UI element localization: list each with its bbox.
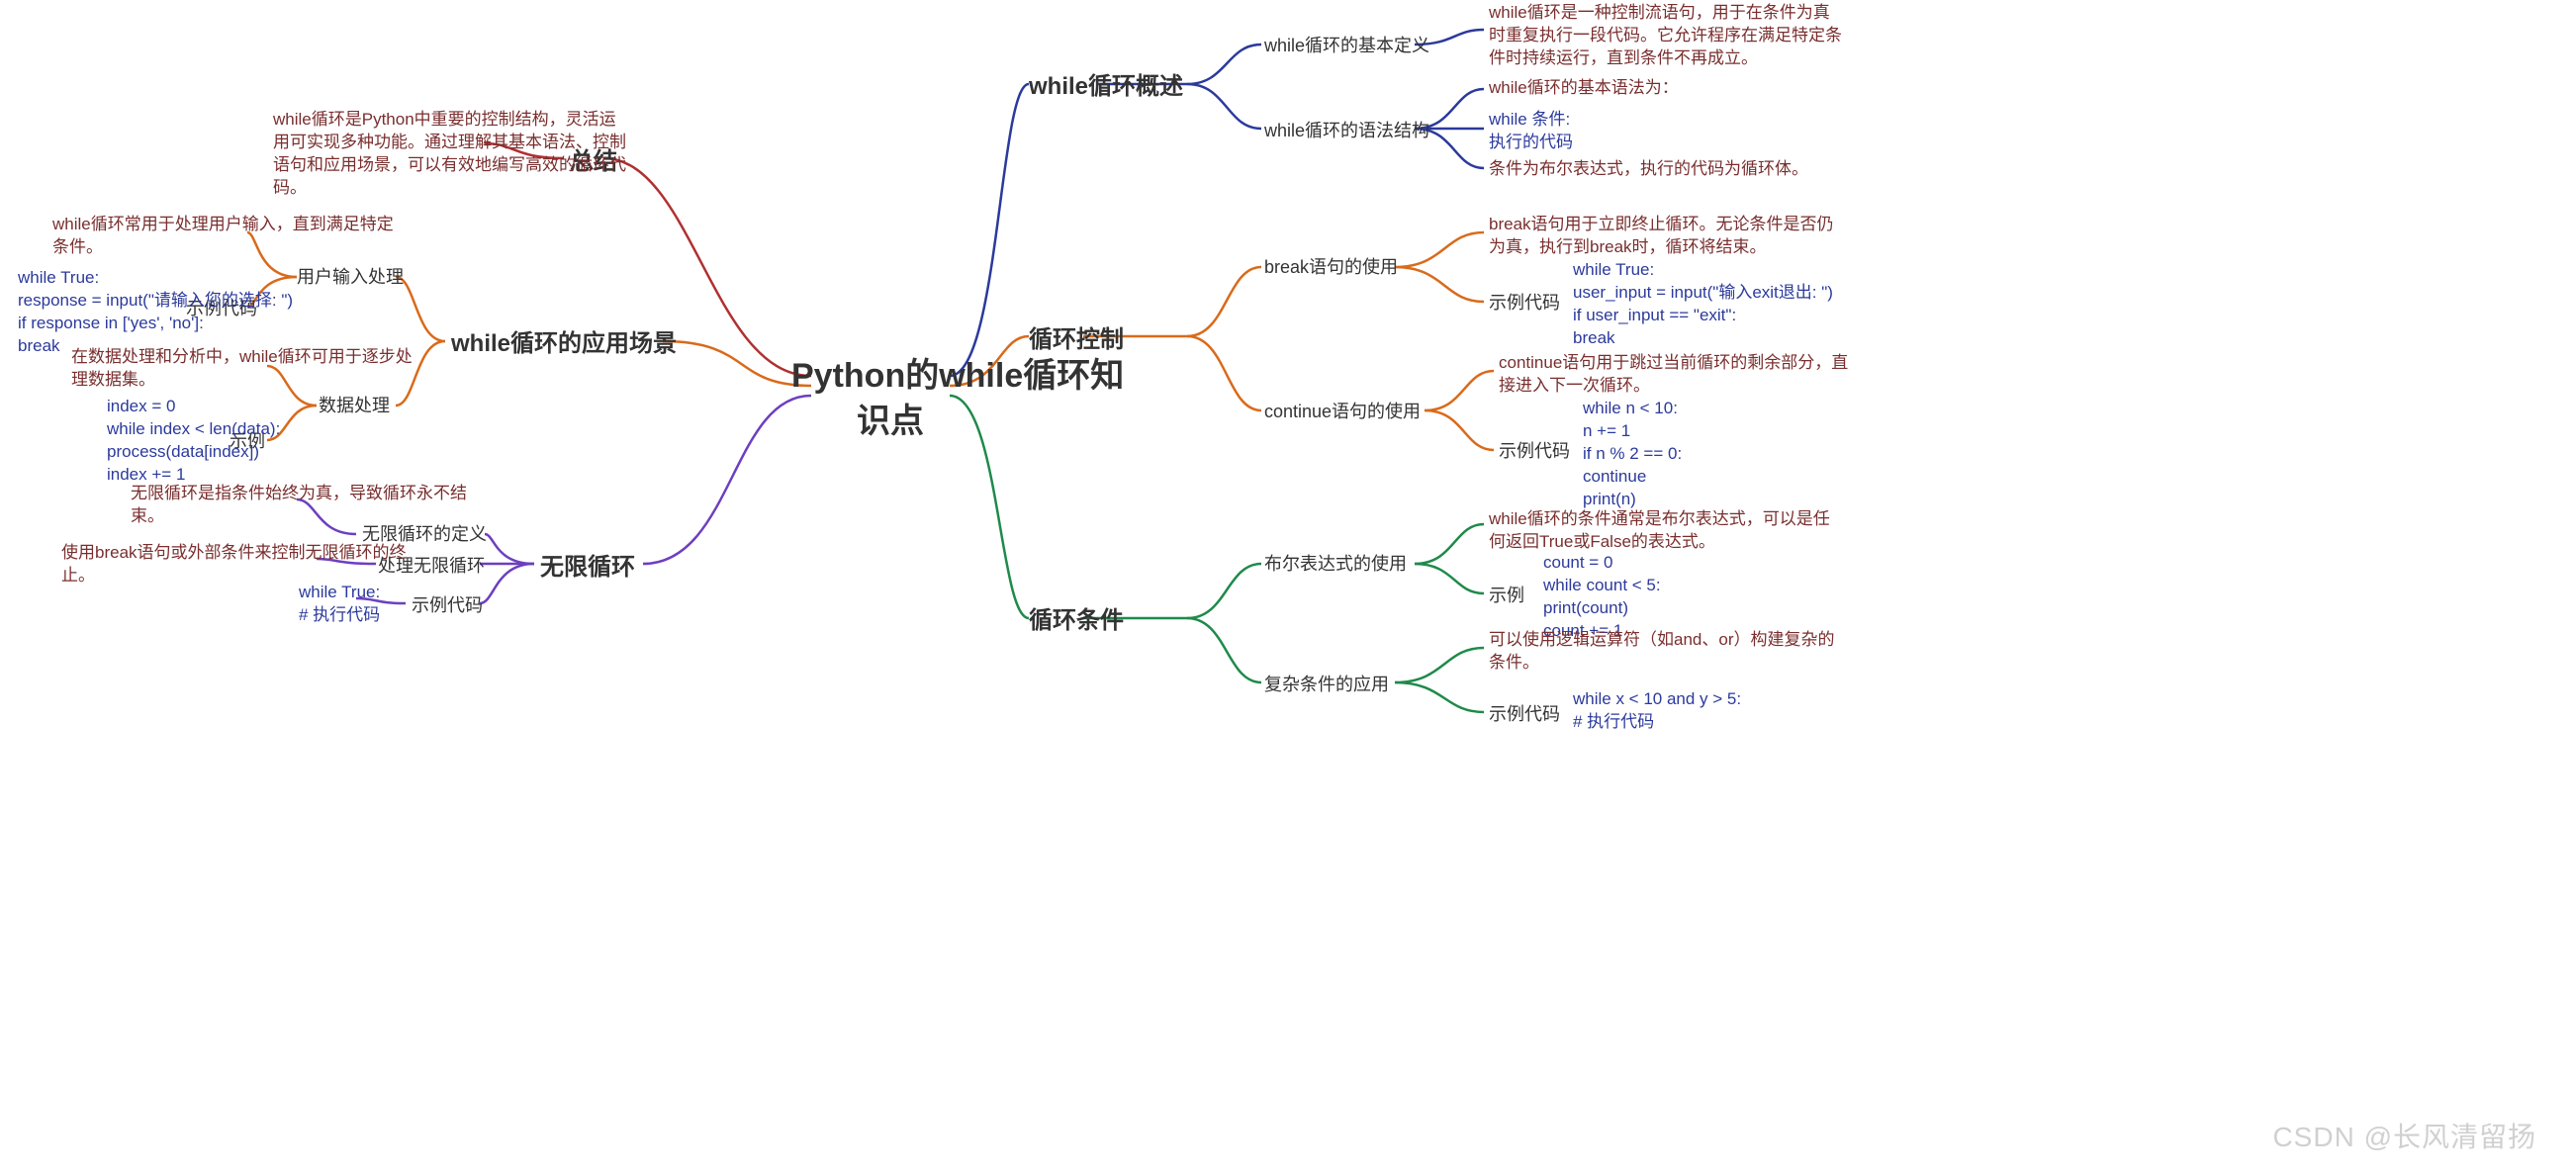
cond-bool-code-label[interactable]: 示例 [1489,584,1524,607]
ov-def-title[interactable]: while循环的基本定义 [1264,34,1429,57]
ov-syn-note: 条件为布尔表达式，执行的代码为循环体。 [1489,158,1808,181]
ctrl-cont-title[interactable]: continue语句的使用 [1264,400,1421,423]
ctrl-cont-code: while n < 10: n += 1 if n % 2 == 0: cont… [1583,398,1682,511]
ctrl-break-text: break语句用于立即终止循环。无论条件是否仍 为真，执行到break时，循环将… [1489,214,1834,259]
ctrl-break-code-label[interactable]: 示例代码 [1489,291,1560,315]
branch-overview[interactable]: while循环概述 [1029,71,1183,103]
cond-complex-code: while x < 10 and y > 5: # 执行代码 [1573,688,1741,734]
app-data-text: 在数据处理和分析中，while循环可用于逐步处 理数据集。 [71,346,413,392]
mindmap-stage: Python的while循环知 识点 总结 while循环是Python中重要的… [0,0,2576,1175]
ctrl-break-code: while True: user_input = input("输入exit退出… [1573,259,1833,350]
branch-app[interactable]: while循环的应用场景 [451,328,677,360]
app-input-title[interactable]: 用户输入处理 [297,265,404,289]
ov-syn-text: while循环的基本语法为： [1489,77,1679,100]
cond-complex-text: 可以使用逻辑运算符（如and、or）构建复杂的 条件。 [1489,629,1834,675]
inf-code: while True: # 执行代码 [299,582,380,627]
ctrl-break-title[interactable]: break语句的使用 [1264,255,1398,279]
inf-handle-text: 使用break语句或外部条件来控制无限循环的终 止。 [61,542,407,588]
inf-code-label[interactable]: 示例代码 [412,593,483,617]
branch-infinite[interactable]: 无限循环 [540,552,635,584]
cond-complex-code-label[interactable]: 示例代码 [1489,702,1560,726]
root-node[interactable]: Python的while循环知 识点 [791,354,989,445]
app-input-text: while循环常用于处理用户输入，直到满足特定 条件。 [52,214,394,259]
branch-condition[interactable]: 循环条件 [1029,605,1124,637]
summary-text: while循环是Python中重要的控制结构，灵活运 用可实现多种功能。通过理解… [273,109,626,200]
watermark: CSDN @长风清留扬 [2272,1116,2536,1155]
cond-bool-text: while循环的条件通常是布尔表达式，可以是任 何返回True或False的表达… [1489,508,1830,554]
ov-syn-code: while 条件: 执行的代码 [1489,109,1573,154]
inf-def-text: 无限循环是指条件始终为真，导致循环永不结 束。 [131,483,467,528]
ctrl-cont-code-label[interactable]: 示例代码 [1499,439,1570,463]
ov-def-text: while循环是一种控制流语句，用于在条件为真 时重复执行一段代码。它允许程序在… [1489,2,1842,70]
ov-syn-title[interactable]: while循环的语法结构 [1264,119,1429,142]
app-data-title[interactable]: 数据处理 [319,394,390,417]
app-data-code: index = 0 while index < len(data): proce… [107,396,280,487]
app-input-code: while True: response = input("请输入您的选择: "… [18,267,293,358]
cond-bool-title[interactable]: 布尔表达式的使用 [1264,552,1407,576]
branch-control[interactable]: 循环控制 [1029,324,1124,356]
ctrl-cont-text: continue语句用于跳过当前循环的剩余部分，直 接进入下一次循环。 [1499,352,1848,398]
cond-complex-title[interactable]: 复杂条件的应用 [1264,673,1389,696]
